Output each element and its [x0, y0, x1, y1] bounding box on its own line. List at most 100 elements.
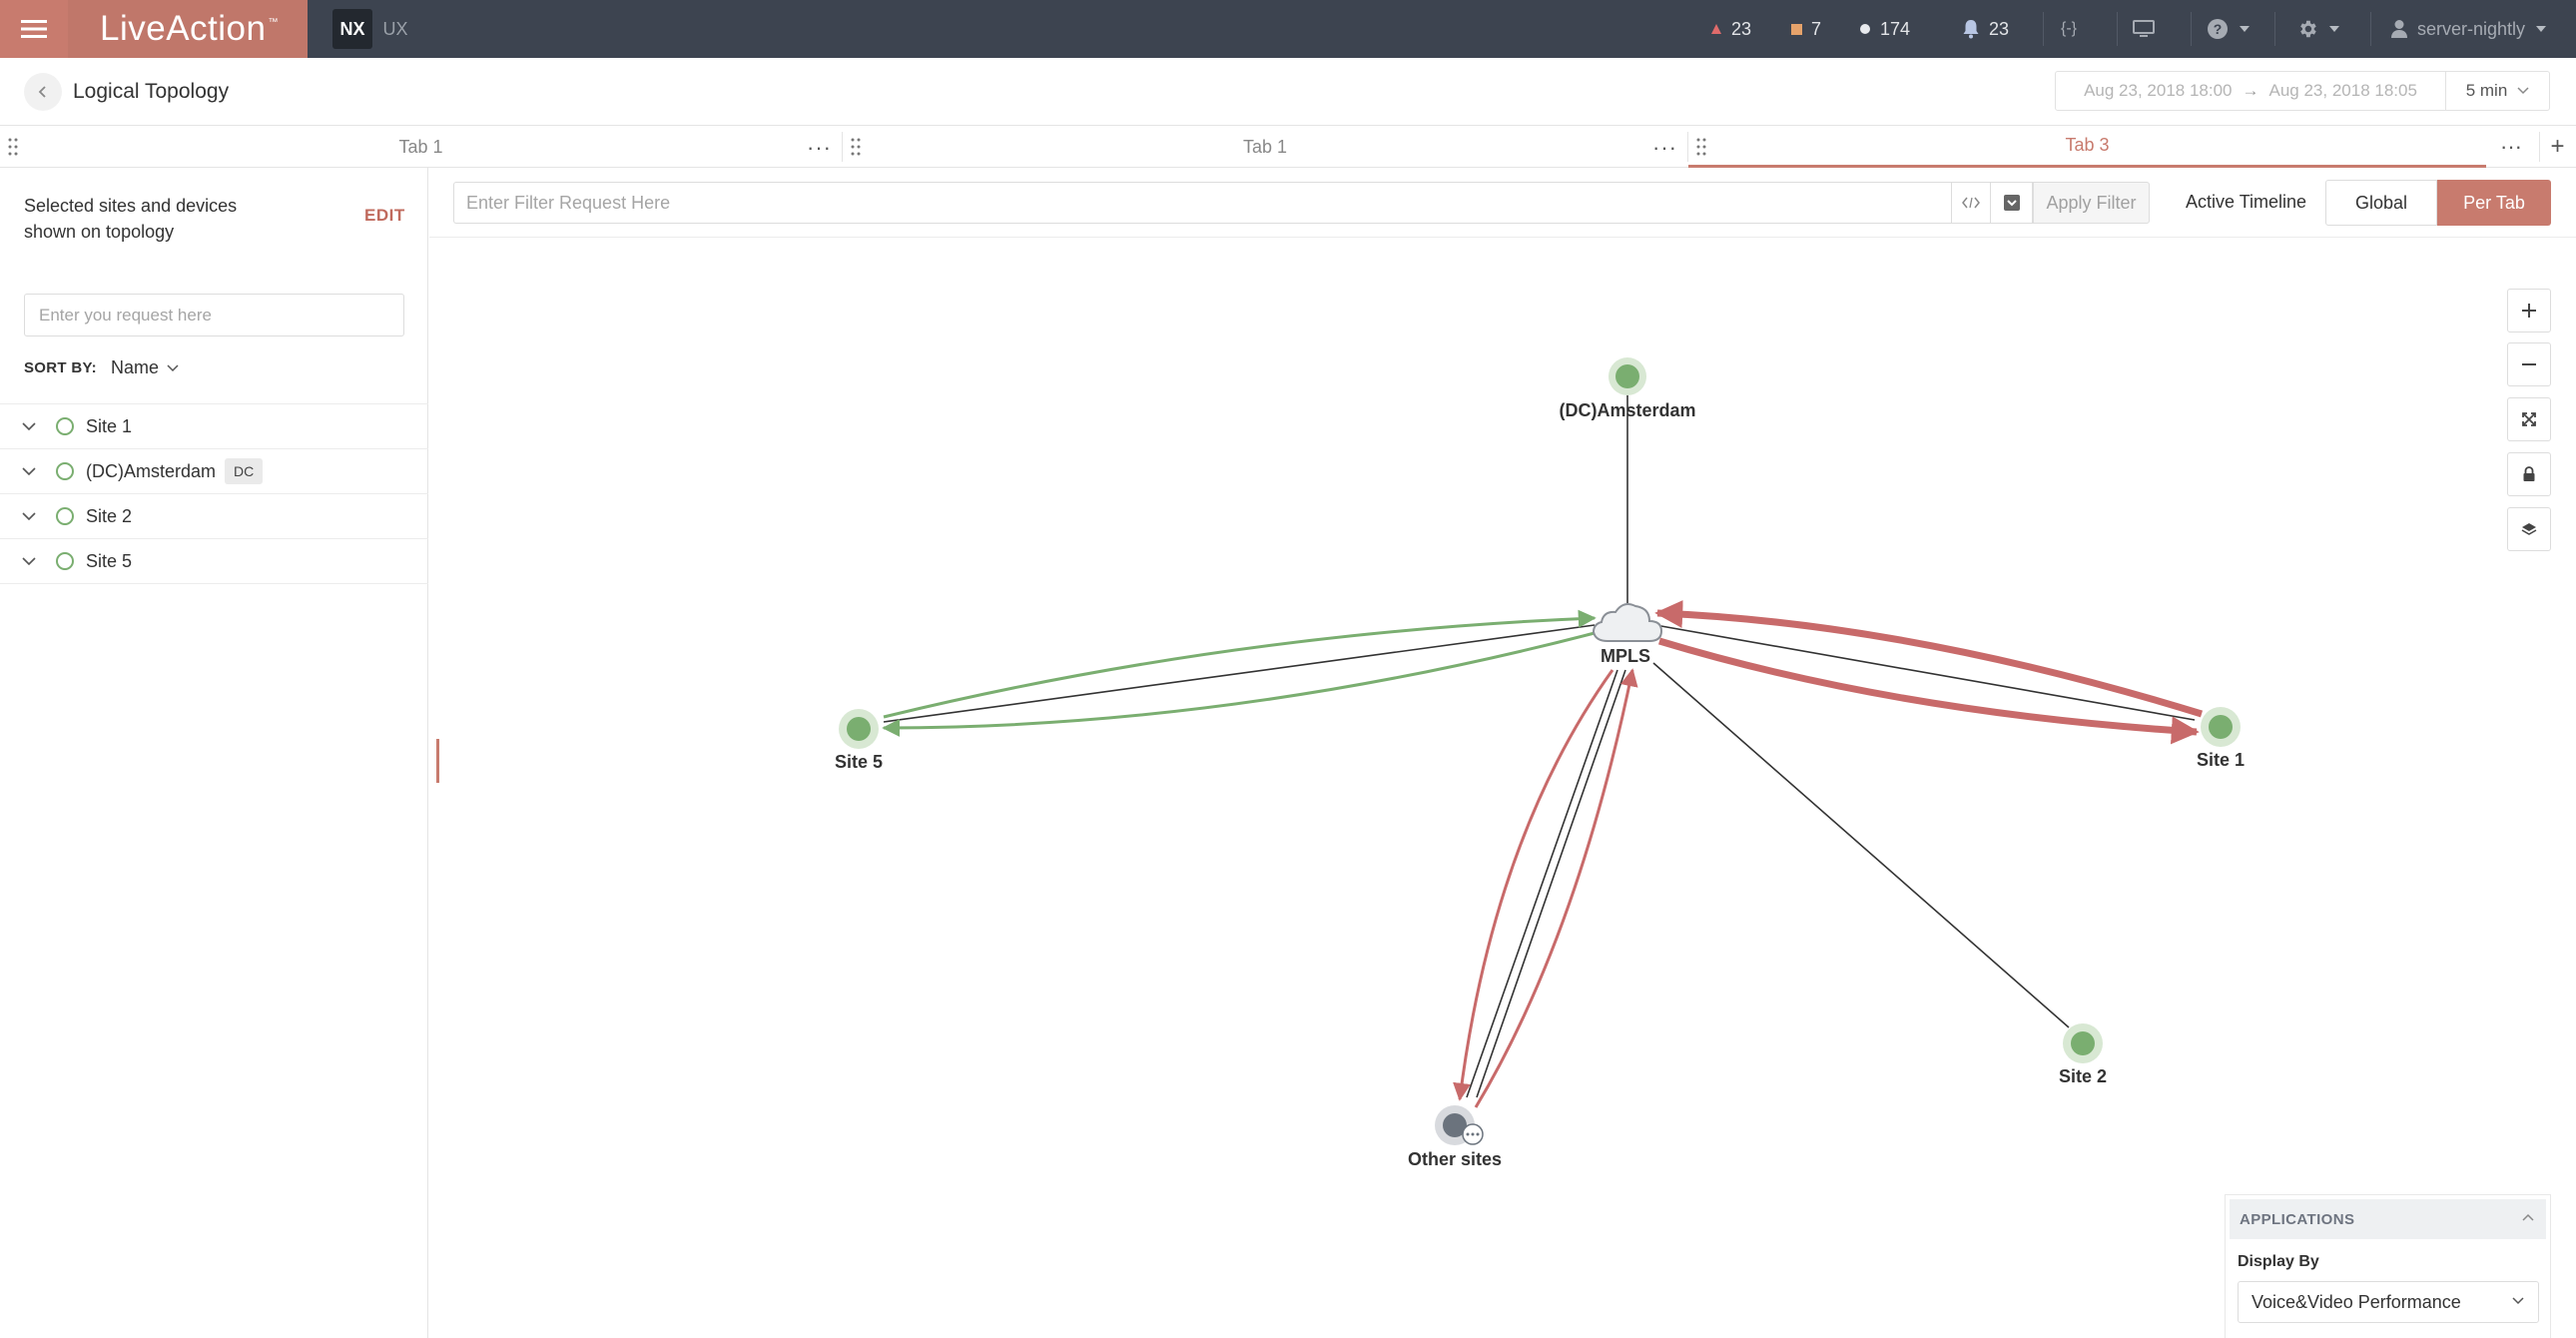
- more-options-icon[interactable]: ···: [807, 135, 832, 161]
- warning-alerts-indicator[interactable]: 7: [1791, 0, 1821, 58]
- hamburger-menu-button[interactable]: [0, 0, 68, 58]
- chevron-down-icon: [2512, 1297, 2524, 1305]
- date-from: Aug 23, 2018 18:00: [2084, 81, 2233, 100]
- notifications-indicator[interactable]: 23: [1962, 0, 2009, 58]
- sort-by-select[interactable]: Name: [111, 357, 179, 378]
- node-site2[interactable]: Site 2: [2059, 1023, 2107, 1086]
- zoom-in-button[interactable]: [2507, 289, 2551, 333]
- timeline-global-button[interactable]: Global: [2325, 180, 2437, 226]
- node-site5[interactable]: Site 5: [835, 709, 883, 772]
- interval-select[interactable]: 5 min: [2446, 71, 2550, 111]
- critical-alerts-indicator[interactable]: 23: [1710, 0, 1751, 58]
- drag-handle-icon[interactable]: [1696, 138, 1706, 156]
- lock-icon: [2523, 466, 2535, 481]
- drag-handle-icon[interactable]: [851, 138, 861, 156]
- expand-chevron-icon[interactable]: [22, 511, 38, 521]
- more-options-icon[interactable]: ···: [2486, 126, 2536, 168]
- chevron-down-icon: [2517, 87, 2529, 95]
- flow-mpls-to-site5[interactable]: [882, 631, 1596, 737]
- mode-ux-button[interactable]: UX: [376, 9, 414, 49]
- add-tab-button[interactable]: +: [2539, 126, 2576, 168]
- chevron-up-icon[interactable]: [2522, 1213, 2534, 1221]
- link-mpls-site2[interactable]: [1652, 662, 2070, 1028]
- flow-other-to-mpls[interactable]: [1474, 668, 1638, 1108]
- settings-menu-button[interactable]: [2296, 0, 2339, 58]
- node-amsterdam[interactable]: (DC)Amsterdam: [1559, 357, 1696, 420]
- expand-arrows-icon: [2522, 412, 2536, 426]
- display-by-select[interactable]: Voice&Video Performance: [2238, 1281, 2539, 1323]
- critical-triangle-icon: [1711, 24, 1721, 34]
- node-label: MPLS: [1601, 646, 1650, 666]
- node-other-sites[interactable]: Other sites: [1408, 1105, 1502, 1169]
- node-label: Site 2: [2059, 1066, 2107, 1086]
- site-label: Site 1: [86, 415, 133, 436]
- node-site1[interactable]: Site 1: [2197, 707, 2245, 770]
- panel-resize-handle[interactable]: [436, 739, 439, 783]
- timeline-per-tab-button[interactable]: Per Tab: [2437, 180, 2551, 226]
- warning-alerts-count: 7: [1811, 18, 1822, 39]
- drag-handle-icon[interactable]: [8, 138, 18, 156]
- site-list: Site 1 (DC)Amsterdam DC Site 2 Site 5: [0, 403, 428, 584]
- code-braces-icon: {-}: [2061, 20, 2078, 37]
- list-item[interactable]: Site 2: [0, 494, 428, 539]
- link-mpls-site5[interactable]: [883, 624, 1596, 723]
- brand-logo[interactable]: LiveAction ™: [68, 0, 308, 58]
- saved-filters-button[interactable]: [1991, 182, 2033, 224]
- date-range-picker[interactable]: Aug 23, 2018 18:00 → Aug 23, 2018 18:05: [2055, 71, 2446, 111]
- more-options-icon[interactable]: ···: [1652, 135, 1677, 161]
- layers-button[interactable]: [2507, 507, 2551, 551]
- info-alerts-indicator[interactable]: 174: [1859, 0, 1910, 58]
- filter-request-input[interactable]: [453, 182, 1951, 224]
- tab-1[interactable]: Tab 1 ···: [0, 126, 842, 168]
- user-menu-button[interactable]: server-nightly: [2390, 0, 2547, 58]
- topbar-divider: [2191, 12, 2192, 46]
- page-header: Logical Topology Aug 23, 2018 18:00 → Au…: [0, 58, 2576, 126]
- fit-to-screen-button[interactable]: [2507, 397, 2551, 441]
- apply-filter-button[interactable]: Apply Filter: [2033, 182, 2150, 224]
- tab-3[interactable]: Tab 3: [1688, 126, 2486, 168]
- node-mpls[interactable]: MPLS: [1592, 603, 1663, 666]
- code-view-toggle[interactable]: [1951, 182, 1991, 224]
- list-item[interactable]: Site 1: [0, 404, 428, 449]
- topology-map[interactable]: (DC)Amsterdam MPLS Site 5 Site 1 Site 2: [429, 239, 2576, 1338]
- critical-alerts-count: 23: [1731, 18, 1752, 39]
- link-mpls-site1[interactable]: [1654, 624, 2196, 721]
- expand-chevron-icon[interactable]: [22, 421, 38, 431]
- topbar-divider: [2117, 12, 2118, 46]
- display-button[interactable]: [2133, 0, 2155, 58]
- topology-canvas[interactable]: (DC)Amsterdam MPLS Site 5 Site 1 Site 2: [429, 239, 2576, 1338]
- site-search-input[interactable]: [24, 294, 404, 336]
- site-label: Site 2: [86, 505, 133, 526]
- chevron-down-icon: [2329, 26, 2339, 32]
- back-button[interactable]: [24, 73, 62, 111]
- expand-chevron-icon[interactable]: [22, 466, 38, 476]
- user-name: server-nightly: [2417, 18, 2526, 39]
- active-timeline-label: Active Timeline: [2186, 192, 2307, 212]
- help-menu-button[interactable]: ?: [2207, 0, 2250, 58]
- list-item[interactable]: Site 5: [0, 539, 428, 584]
- sidebar-caption: Selected sites and devices shown on topo…: [24, 196, 238, 242]
- expand-chevron-icon[interactable]: [22, 556, 38, 566]
- sidebar: Selected sites and devices shown on topo…: [0, 168, 428, 1338]
- node-label: Other sites: [1408, 1149, 1502, 1169]
- warning-square-icon: [1791, 23, 1802, 35]
- zoom-out-button[interactable]: [2507, 342, 2551, 386]
- link-mpls-other-a[interactable]: [1466, 669, 1618, 1098]
- code-view-button[interactable]: {-}: [2061, 0, 2077, 58]
- site-label: (DC)Amsterdam: [86, 460, 217, 481]
- lock-layout-button[interactable]: [2507, 452, 2551, 496]
- link-mpls-other-b[interactable]: [1476, 669, 1626, 1098]
- layers-icon: [2521, 523, 2537, 535]
- filter-bar: Apply Filter Active Timeline Global Per …: [429, 168, 2576, 238]
- flow-mpls-to-other[interactable]: [1453, 669, 1614, 1101]
- edit-button[interactable]: EDIT: [364, 206, 405, 226]
- sort-by-label: SORT BY:: [24, 359, 97, 376]
- tab-2[interactable]: Tab 1 ···: [843, 126, 1687, 168]
- list-item[interactable]: (DC)Amsterdam DC: [0, 449, 428, 494]
- applications-panel-header[interactable]: APPLICATIONS: [2230, 1199, 2546, 1239]
- applications-panel-title: APPLICATIONS: [2240, 1210, 2355, 1228]
- mode-nx-button[interactable]: NX: [332, 9, 372, 49]
- cloud-icon: [1592, 603, 1663, 642]
- code-brackets-icon: [1962, 197, 1980, 209]
- status-ring-icon: [56, 552, 74, 570]
